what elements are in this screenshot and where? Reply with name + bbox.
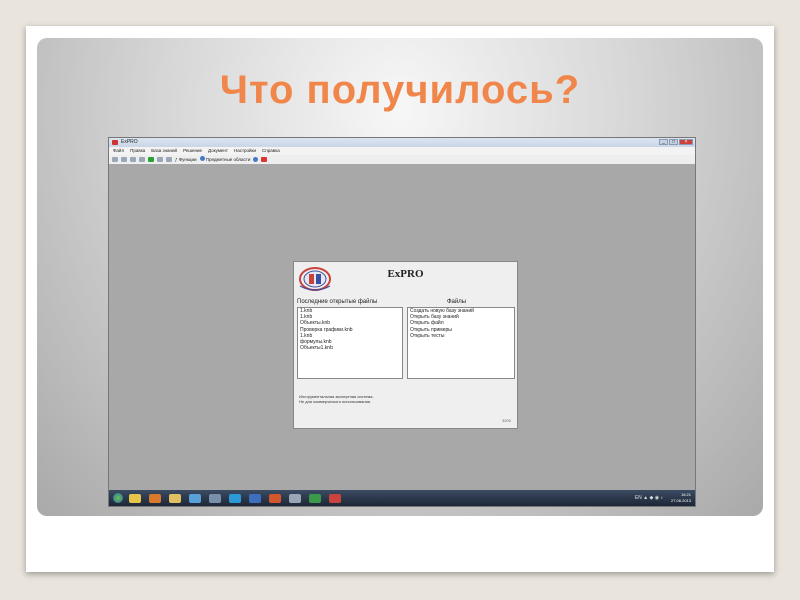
start-dialog: ExPRO Последние открытые файлы Файлы 1.k… <box>293 261 518 429</box>
subject-areas-button[interactable]: Предметные области <box>199 155 250 164</box>
menu-file[interactable]: Файл <box>113 147 124 155</box>
open-icon[interactable] <box>121 157 127 162</box>
window-controls: _ □ × <box>659 139 693 145</box>
undo-icon[interactable] <box>157 157 163 162</box>
menu-bar: Файл Правка База знаний Решение Документ… <box>109 147 695 155</box>
word-icon[interactable] <box>249 493 261 503</box>
start-orb-icon[interactable] <box>113 493 123 503</box>
window-title: ExPRO <box>121 139 138 145</box>
menu-help[interactable]: Справка <box>262 147 280 155</box>
recent-files-header: Последние открытые файлы <box>297 299 378 305</box>
menu-solution[interactable]: Решение <box>183 147 202 155</box>
menu-knowledge-base[interactable]: База знаний <box>151 147 177 155</box>
window-titlebar: ExPRO _ □ × <box>109 138 695 147</box>
clock[interactable]: 16:21 27.06.2013 <box>671 492 691 504</box>
recent-files-list: 1.knb 1.knb Объекты.knb Проверка графики… <box>297 307 403 379</box>
files-header: Файлы <box>447 299 467 305</box>
redo-icon[interactable] <box>166 157 172 162</box>
print-icon[interactable] <box>139 157 145 162</box>
excel-icon[interactable] <box>309 493 321 503</box>
explorer-icon[interactable] <box>129 493 141 503</box>
save-icon[interactable] <box>130 157 136 162</box>
minimize-button[interactable]: _ <box>659 139 668 145</box>
folder-icon[interactable] <box>169 493 181 503</box>
version-label: 3200 <box>502 418 511 423</box>
run-icon[interactable] <box>148 157 154 162</box>
powerpoint-icon[interactable] <box>269 493 281 503</box>
paint-icon[interactable] <box>189 493 201 503</box>
app-name: ExPRO <box>387 268 424 280</box>
functions-button[interactable]: ƒ Функции <box>175 155 197 164</box>
info-icon[interactable] <box>253 157 259 162</box>
app-icon[interactable] <box>289 493 301 503</box>
tray-icons[interactable]: EN ▲ ◆ ◉ ♪ <box>635 495 663 501</box>
close-button[interactable]: × <box>679 139 693 145</box>
maximize-button[interactable]: □ <box>669 139 678 145</box>
menu-settings[interactable]: Настройки <box>234 147 256 155</box>
expro-icon[interactable] <box>329 493 341 503</box>
media-icon[interactable] <box>149 493 161 503</box>
license-note: Инструментальная экспертная система. Не … <box>299 394 374 404</box>
menu-document[interactable]: Документ <box>208 147 228 155</box>
workspace: ExPRO Последние открытые файлы Файлы 1.k… <box>109 164 695 490</box>
network-icon[interactable] <box>209 493 221 503</box>
menu-edit[interactable]: Правка <box>130 147 145 155</box>
list-item[interactable]: Открыть тесты <box>408 333 514 339</box>
taskbar: EN ▲ ◆ ◉ ♪ 16:21 27.06.2013 <box>109 490 695 506</box>
file-actions-list: Создать новую базу знаний Открыть базу з… <box>407 307 515 379</box>
app-screenshot: ExPRO _ □ × Файл Правка База знаний Реше… <box>108 137 696 507</box>
new-icon[interactable] <box>112 157 118 162</box>
skype-icon[interactable] <box>229 493 241 503</box>
list-item[interactable]: Объекты1.knb <box>298 345 402 351</box>
exit-icon[interactable] <box>261 157 268 162</box>
app-icon <box>112 140 118 145</box>
slide-title: Что получилось? <box>219 68 581 112</box>
